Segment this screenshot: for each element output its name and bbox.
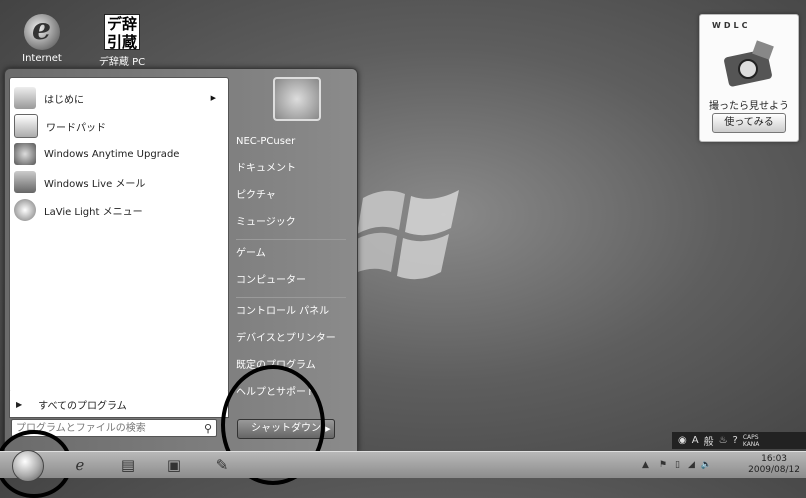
app-taskbar-icon[interactable]: ✎ [204,454,240,476]
internet-explorer-taskbar-icon[interactable]: ℯ [62,454,98,476]
user-picture[interactable] [273,77,321,121]
dejizo-desktop-icon[interactable]: デ辞 引蔵 デ辞蔵 PC [90,14,154,68]
gadget-caption: 撮ったら見せよう [709,101,789,112]
start-button[interactable] [12,450,44,482]
programs-pane: はじめに ▶ ワードパッド Windows Anytime Upgrade Wi… [9,77,229,393]
ime-mode[interactable]: A [692,435,699,446]
program-label: LaVie Light メニュー [44,206,143,218]
desktop-icon-label: デ辞蔵 PC [98,57,146,68]
place-music[interactable]: ミュージック [236,212,348,234]
place-games[interactable]: ゲーム [236,243,348,265]
file-explorer-taskbar-icon[interactable]: ▤ [110,454,146,476]
place-control-panel[interactable]: コントロール パネル [236,301,348,323]
program-label: Windows Anytime Upgrade [44,148,180,160]
kana-label: KANA [742,440,760,448]
clock-time: 16:03 [761,454,788,464]
program-item-live-mail[interactable]: Windows Live メール [14,168,222,196]
program-item-wordpad[interactable]: ワードパッド [14,112,222,140]
triangle-right-icon: ▶ [16,399,23,409]
wdlc-gadget: WDLC 撮ったら見せよう 使ってみる [699,14,799,142]
search-icon: ⚲ [203,422,212,435]
ime-globe-icon[interactable]: ◉ [678,435,687,446]
ime-help-icon[interactable]: ? [733,435,738,446]
ime-language-bar: ◉ A 般 ♨ ? CAPS KANA [672,432,806,449]
gadget-try-button[interactable]: 使ってみる [712,113,786,133]
clock-icon [14,199,36,221]
desktop-icon-label: Internet [22,53,62,64]
program-label: ワードパッド [46,122,106,134]
internet-desktop-icon[interactable]: Internet [10,12,74,64]
clock-date: 2009/08/12 [748,465,800,475]
all-programs-button[interactable]: ▶ すべてのプログラム [9,391,229,418]
place-devices-printers[interactable]: デバイスとプリンター [236,328,348,350]
volume-icon[interactable]: 🔈 [701,460,712,470]
program-item-anytime-upgrade[interactable]: Windows Anytime Upgrade [14,140,222,168]
gadget-brand: WDLC [712,21,751,30]
wordpad-icon [14,114,38,138]
windows-logo-icon [355,190,459,280]
submenu-arrow-icon: ▶ [210,94,216,102]
place-user[interactable]: NEC-PCuser [236,131,348,153]
power-icon[interactable]: ▯ [675,460,680,470]
media-player-taskbar-icon[interactable]: ▣ [156,454,192,476]
program-item-lavie-menu[interactable]: LaVie Light メニュー [14,196,222,224]
program-item-getting-started[interactable]: はじめに ▶ [14,84,222,112]
divider [236,297,346,298]
program-label: Windows Live メール [44,178,146,190]
internet-explorer-icon [24,12,60,50]
ime-dictionary[interactable]: 般 [704,433,714,448]
ime-tool-icon[interactable]: ♨ [719,435,728,446]
program-label: はじめに [44,94,84,106]
show-hidden-icons-icon[interactable]: ▲ [642,460,649,470]
document-icon [14,87,36,109]
dejizo-app-icon: デ辞 引蔵 [104,14,140,51]
camera-icon [724,40,774,87]
mail-icon [14,171,36,193]
windows-flag-icon [14,143,36,165]
place-documents[interactable]: ドキュメント [236,158,348,180]
place-pictures[interactable]: ピクチャ [236,185,348,207]
system-clock[interactable]: 16:03 2009/08/12 [748,454,800,476]
place-computer[interactable]: コンピューター [236,270,348,292]
caps-label: CAPS [742,433,759,441]
all-programs-label: すべてのプログラム [38,400,127,412]
taskbar: ℯ ▤ ▣ ✎ ▲ ⚑ ▯ ◢ 🔈 16:03 2009/08/12 [0,450,806,482]
ime-caps-kana: CAPS KANA [743,434,760,448]
network-icon[interactable]: ◢ [688,460,695,470]
action-center-flag-icon[interactable]: ⚑ [659,460,667,470]
divider [236,239,346,240]
